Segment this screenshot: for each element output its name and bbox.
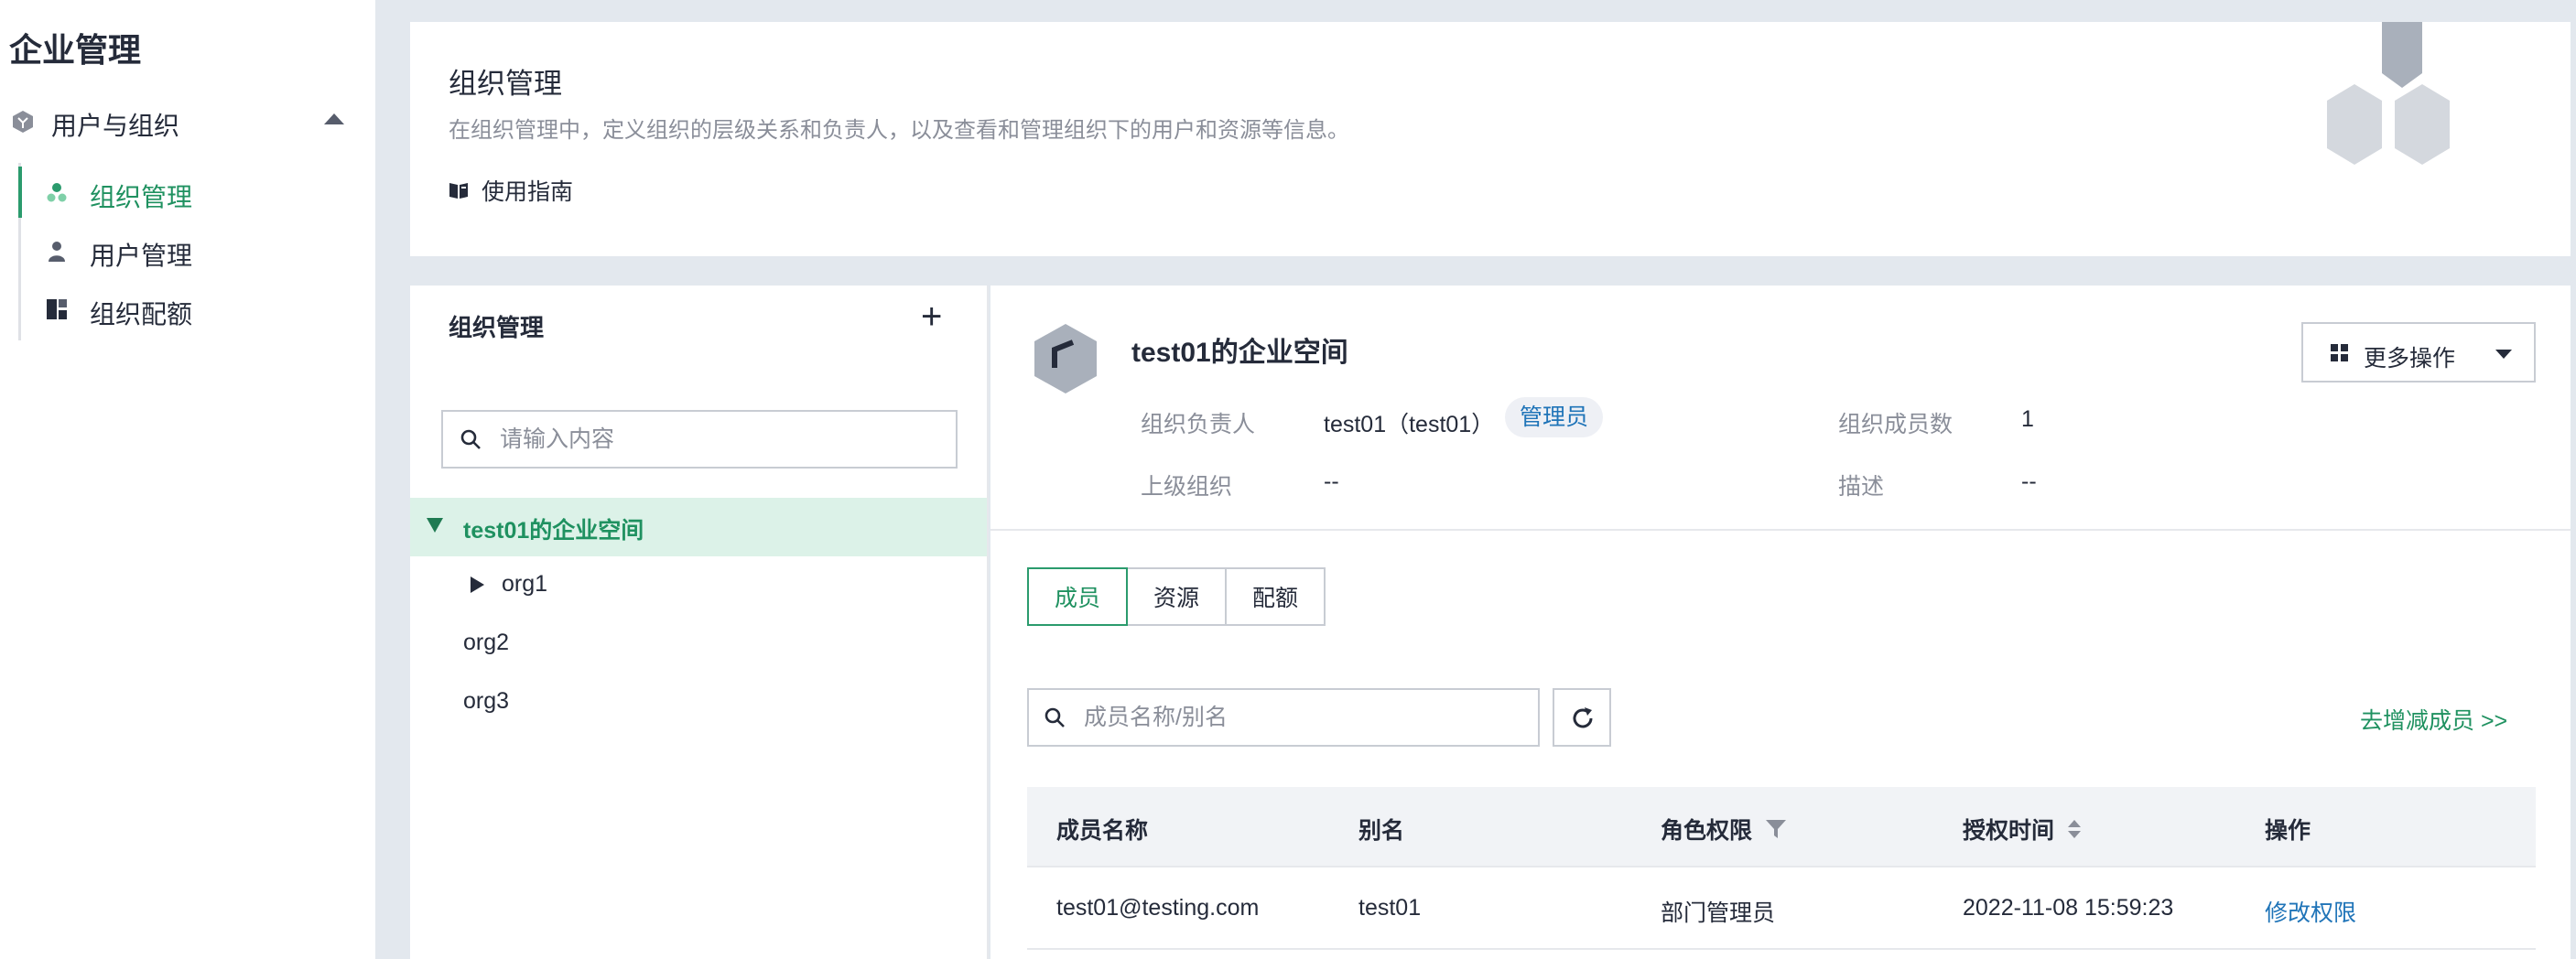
column-header-role: 角色权限 [1661, 813, 1787, 846]
sidebar-title: 企业管理 [9, 31, 142, 69]
org-tree-icon [47, 183, 67, 202]
member-count-label: 组织成员数 [1838, 412, 1954, 437]
quota-icon [47, 299, 67, 319]
refresh-button[interactable] [1553, 688, 1611, 747]
caret-right-icon[interactable] [471, 576, 484, 593]
detail-tabs: 成员 资源 配额 [1027, 567, 1326, 626]
member-search-input[interactable] [1084, 690, 1523, 745]
sidebar-item-label: 组织配额 [90, 300, 193, 329]
tab-resources[interactable]: 资源 [1126, 567, 1227, 626]
user-icon [49, 242, 65, 262]
owner-value: test01（test01） [1324, 412, 1495, 437]
page-header: 组织管理 在组织管理中，定义组织的层级关系和负责人，以及查看和管理组织下的用户和… [410, 22, 2571, 256]
grid-icon [2331, 344, 2348, 361]
chevron-up-icon[interactable] [324, 113, 344, 124]
sidebar-group-user-org[interactable]: 用户与组织 [0, 99, 375, 143]
search-icon [1044, 707, 1065, 727]
tree-node-label: org3 [463, 688, 510, 714]
members-table-header: 成员名称 别名 角色权限 授权时间 操作 [1027, 787, 2536, 867]
modify-permission-link[interactable]: 修改权限 [2265, 895, 2356, 928]
more-actions-button[interactable]: 更多操作 [2301, 322, 2536, 383]
sidebar-item-org-quota[interactable]: 组织配额 [18, 284, 375, 335]
refresh-icon [1573, 707, 1593, 728]
org-tree-panel: 组织管理 + test01的企业空间 org1 org2 org3 [410, 286, 989, 959]
tree-node-org3[interactable]: org3 [410, 673, 987, 732]
org-avatar-icon [1034, 324, 1097, 393]
hexagon-decoration-icon [2327, 22, 2450, 165]
manage-members-link[interactable]: 去增减成员 >> [2360, 703, 2507, 736]
page-title: 组织管理 [449, 68, 562, 100]
column-header-alias: 别名 [1358, 818, 1405, 844]
tree-node-org1[interactable]: org1 [410, 556, 987, 615]
column-header-member-name: 成员名称 [1056, 818, 1149, 844]
column-header-grant-time: 授权时间 [1963, 813, 2082, 846]
column-header-actions: 操作 [2265, 818, 2311, 844]
more-actions-label: 更多操作 [2364, 346, 2456, 372]
tree-search-input[interactable] [500, 412, 939, 467]
caret-down-icon[interactable] [427, 518, 443, 533]
cell-role: 部门管理员 [1661, 900, 1776, 926]
usage-guide-link[interactable]: 使用指南 [449, 174, 573, 207]
tree-node-root[interactable]: test01的企业空间 [410, 498, 987, 556]
table-row: test01@testing.com test01 部门管理员 2022-11-… [1027, 867, 2536, 950]
description-value: -- [2021, 469, 2037, 494]
tree-search-box [441, 410, 958, 469]
tab-quota[interactable]: 配额 [1225, 567, 1326, 626]
search-icon [460, 429, 481, 449]
add-org-button[interactable]: + [921, 298, 942, 335]
sidebar-item-user-management[interactable]: 用户管理 [18, 225, 375, 276]
description-label: 描述 [1838, 474, 1885, 500]
page-description: 在组织管理中，定义组织的层级关系和负责人，以及查看和管理组织下的用户和资源等信息… [449, 118, 1349, 143]
parent-org-value: -- [1324, 469, 1339, 494]
caret-down-icon [2495, 350, 2512, 359]
cell-alias: test01 [1358, 895, 1422, 921]
sidebar-item-label: 用户管理 [90, 242, 193, 270]
sort-icon[interactable] [2067, 818, 2082, 840]
cell-grant-time: 2022-11-08 15:59:23 [1963, 895, 2174, 921]
owner-role-badge: 管理员 [1505, 397, 1604, 437]
tree-node-label: org2 [463, 630, 510, 655]
filter-icon[interactable] [1765, 818, 1787, 840]
usage-guide-label: 使用指南 [482, 179, 574, 205]
tree-node-label: test01的企业空间 [463, 518, 644, 544]
cell-member-name: test01@testing.com [1056, 895, 1260, 921]
book-icon [449, 183, 468, 199]
tree-node-org2[interactable]: org2 [410, 615, 987, 673]
tree-title: 组织管理 [449, 314, 545, 341]
divider [990, 529, 2571, 531]
sidebar-item-label: 组织管理 [90, 183, 193, 211]
parent-org-label: 上级组织 [1141, 474, 1233, 500]
org-cube-icon [13, 111, 33, 133]
member-count-value: 1 [2021, 406, 2034, 432]
owner-label: 组织负责人 [1141, 412, 1256, 437]
member-search-box [1027, 688, 1540, 747]
sidebar-group-label: 用户与组织 [51, 112, 180, 140]
tab-members[interactable]: 成员 [1027, 567, 1128, 626]
tree-node-label: org1 [502, 571, 548, 597]
org-name: test01的企业空间 [1131, 338, 1348, 368]
sidebar: 企业管理 用户与组织 组织管理 用户管理 组织配额 [0, 0, 375, 959]
sidebar-item-org-management[interactable]: 组织管理 [18, 167, 375, 218]
org-detail-panel: test01的企业空间 更多操作 组织负责人 test01（test01） 管理… [990, 286, 2571, 959]
